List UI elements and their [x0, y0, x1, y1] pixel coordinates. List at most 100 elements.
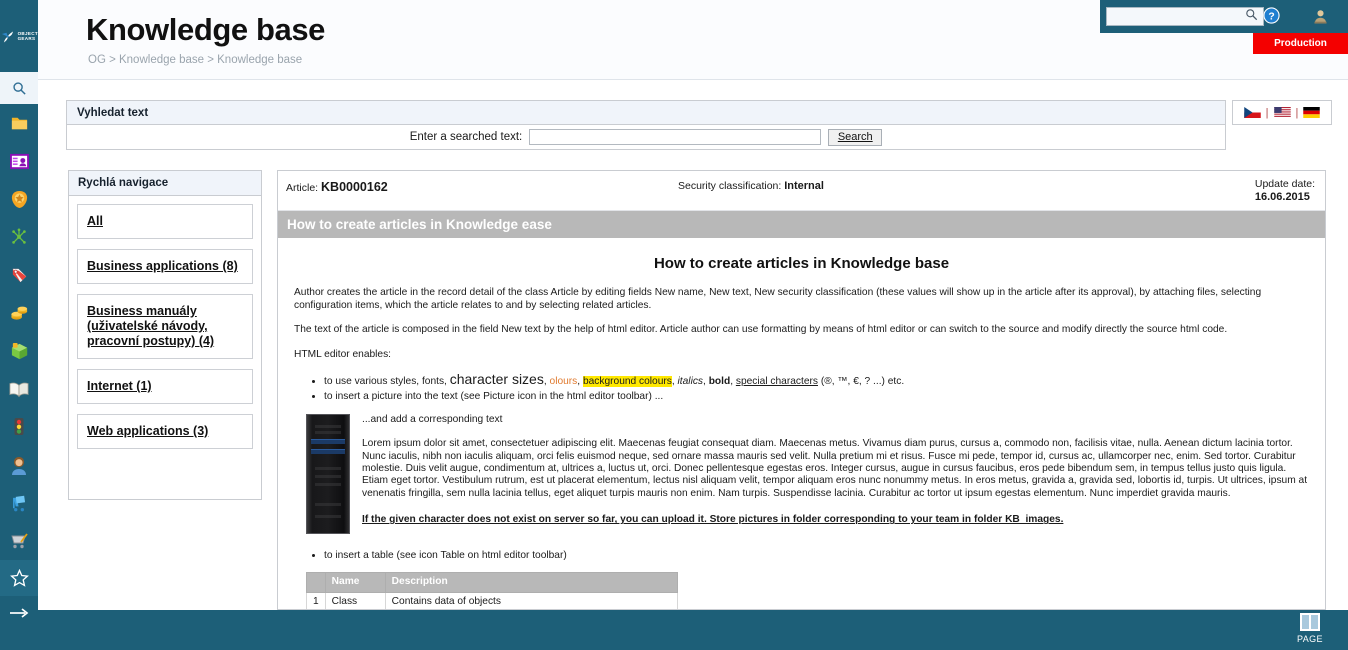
article-title-band: How to create articles in Knowledge ease — [278, 211, 1325, 238]
article-id-value: KB0000162 — [321, 180, 388, 194]
article-figure-text: ...and add a corresponding text Lorem ip… — [362, 414, 1309, 534]
star-icon — [9, 568, 29, 587]
book-icon — [9, 382, 29, 397]
rail-search-button[interactable] — [0, 72, 38, 104]
figure-caption: ...and add a corresponding text — [362, 413, 503, 425]
bullet-bold-text: bold — [708, 376, 731, 388]
czech-flag[interactable] — [1243, 107, 1261, 118]
bullet-big-text: character sizes — [449, 371, 544, 388]
sidebar-item-traffic-light[interactable] — [0, 408, 38, 446]
sidebar-item-shopping-cart[interactable] — [0, 522, 38, 560]
article-feature-list: to use various styles, fonts, character … — [294, 371, 1309, 404]
article-id-field: Article: KB0000162 — [286, 180, 388, 194]
sidebar-item-id-card[interactable] — [0, 142, 38, 180]
server-photo — [306, 413, 350, 534]
sidebar-expand-button[interactable] — [0, 596, 38, 630]
usa-flag[interactable] — [1273, 107, 1291, 118]
quicknav-item-business-applications[interactable]: Business applications (8) — [77, 249, 253, 284]
package-icon — [11, 342, 27, 359]
table-cell-index: 1 — [306, 591, 326, 609]
bullet-lead: to use various styles, fonts, — [324, 376, 450, 388]
table-cell-name: Class — [324, 591, 386, 609]
table-col-index — [306, 572, 326, 593]
quicknav-item-internet[interactable]: Internet (1) — [77, 369, 253, 404]
cart-blue-icon — [12, 495, 25, 511]
update-date-value: 16.06.2015 — [1254, 191, 1310, 203]
security-classification-field: Security classification: Internal — [678, 180, 824, 192]
sidebar-item-folder[interactable] — [0, 104, 38, 142]
security-label: Security classification: — [678, 180, 782, 192]
app-logo[interactable]: OBJECT GEARS — [0, 0, 38, 72]
article-heading: How to create articles in Knowledge base — [653, 255, 950, 272]
application-window: OBJECT GEARS Knowledge base OG > Knowled… — [0, 0, 1348, 650]
language-switcher: | | — [1232, 100, 1332, 125]
page-button-label: PAGE — [1297, 634, 1323, 644]
article-table-list: to insert a table (see icon Table on htm… — [294, 550, 1309, 562]
sidebar-item-coins[interactable] — [0, 294, 38, 332]
sidebar-item-book[interactable] — [0, 370, 38, 408]
network-icon — [12, 228, 26, 244]
arrow-right-icon — [10, 608, 29, 618]
list-item: to use various styles, fonts, character … — [324, 371, 1309, 388]
quicknav-item-business-manualy[interactable]: Business manuály (uživatelské návody, pr… — [77, 294, 253, 359]
list-item: to insert a picture into the text (see P… — [324, 391, 1309, 403]
global-search-area: ? — [1100, 0, 1292, 33]
quick-navigation-list: All Business applications (8) Business m… — [69, 196, 261, 449]
lang-separator-2: | — [1295, 106, 1299, 119]
coins-icon — [10, 306, 27, 320]
german-flag[interactable] — [1303, 107, 1321, 118]
table-col-name: Name — [324, 572, 386, 593]
person-icon — [12, 456, 26, 475]
global-search-input[interactable] — [1106, 7, 1264, 26]
search-panel-title: Vyhledat text — [67, 101, 1225, 125]
update-date-field: Update date: 16.06.2015 — [1255, 178, 1315, 204]
breadcrumb: OG > Knowledge base > Knowledge base — [88, 54, 303, 66]
page-button[interactable]: PAGE — [1286, 612, 1334, 644]
page-title: Knowledge base — [86, 12, 326, 47]
article-content: How to create articles in Knowledge base… — [278, 238, 1325, 609]
id-card-icon — [9, 153, 29, 169]
sidebar-item-tag[interactable] — [0, 256, 38, 294]
bullet-highlight-text: background colours — [582, 376, 672, 388]
object-gears-logo-icon — [1, 31, 13, 43]
quicknav-item-label: Internet (1) — [87, 379, 152, 393]
article-panel: Article: KB0000162 Security classificati… — [277, 170, 1326, 610]
sidebar-item-person[interactable] — [0, 446, 38, 484]
article-metadata-bar: Article: KB0000162 Security classificati… — [278, 171, 1325, 211]
quicknav-item-all[interactable]: All — [77, 204, 253, 239]
search-input[interactable] — [529, 129, 822, 145]
table-row: 1 Class Contains data of objects — [306, 591, 679, 609]
search-input-label: Enter a searched text: — [409, 131, 523, 143]
lang-separator-1: | — [1265, 106, 1269, 119]
badge-icon — [11, 190, 27, 208]
environment-badge: Production — [1253, 33, 1348, 54]
sidebar-item-package[interactable] — [0, 332, 38, 370]
svg-text:?: ? — [1268, 11, 1274, 22]
list-item: to insert a table (see icon Table on htm… — [324, 550, 1309, 562]
bullet-colour-text: olours — [549, 376, 578, 388]
update-date-label: Update date: — [1254, 178, 1315, 190]
tag-icon — [12, 268, 26, 282]
quick-navigation-title: Rychlá navigace — [69, 171, 261, 196]
table-header-row: Name Description — [306, 572, 679, 593]
left-icon-rail: OBJECT GEARS — [0, 0, 38, 650]
footer-bar: PAGE — [0, 610, 1348, 650]
article-paragraph-3: HTML editor enables: — [294, 348, 392, 360]
search-icon — [12, 81, 26, 95]
quicknav-item-label: Business applications (8) — [87, 259, 238, 273]
search-button[interactable]: Search — [828, 128, 883, 146]
help-icon[interactable]: ? — [1263, 7, 1280, 24]
folder-icon — [11, 117, 27, 129]
quicknav-item-label: All — [87, 214, 103, 228]
sidebar-item-favorites[interactable] — [0, 560, 38, 596]
user-icon[interactable] — [1313, 9, 1327, 24]
article-table: Name Description 1 Class Contains data o… — [306, 572, 679, 609]
article-paragraph-1: Author creates the article in the record… — [294, 287, 1262, 311]
quicknav-item-web-applications[interactable]: Web applications (3) — [77, 414, 253, 449]
sidebar-item-badge[interactable] — [0, 180, 38, 218]
user-area — [1292, 0, 1348, 33]
sidebar-item-cart-blue[interactable] — [0, 484, 38, 522]
page-layout-icon — [1300, 613, 1320, 631]
sidebar-item-network[interactable] — [0, 218, 38, 256]
article-label: Article: — [286, 182, 319, 194]
